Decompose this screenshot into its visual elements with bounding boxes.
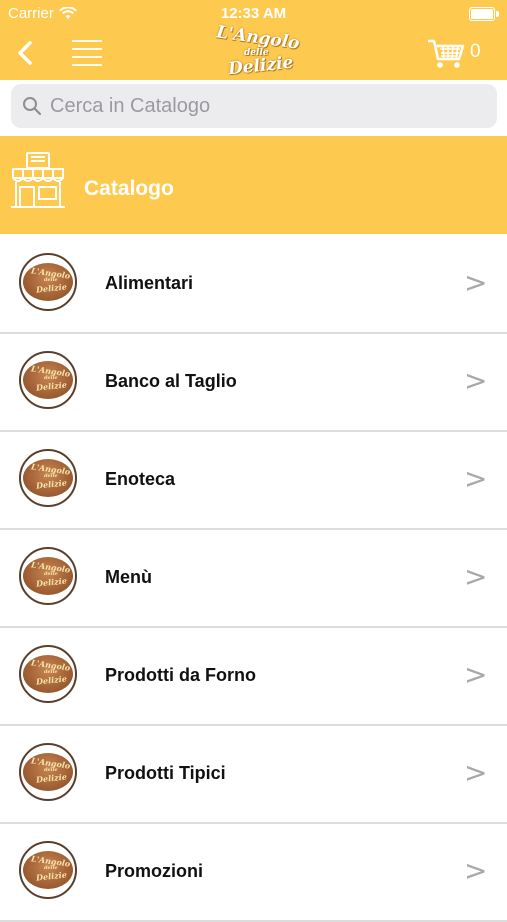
category-label: Menù [105, 567, 152, 587]
logo-badge: L'Angolo delle Delizie [23, 655, 73, 693]
chevron-right-icon: > [464, 560, 488, 593]
search-icon [23, 97, 42, 116]
menu-button[interactable] [70, 34, 104, 72]
logo-badge: L'Angolo delle Delizie [23, 557, 73, 595]
chevron-right-icon: > [464, 658, 488, 691]
badge-line3: Delizie [35, 379, 68, 393]
logo-line3: Delizie [227, 52, 295, 80]
menu-icon [70, 40, 104, 66]
category-thumbnail: L'Angolo delle Delizie [19, 743, 77, 801]
badge-line3: Delizie [35, 869, 68, 883]
logo-badge: L'Angolo delle Delizie [23, 361, 73, 399]
shop-icon [11, 152, 65, 208]
category-label: Promozioni [105, 861, 203, 881]
category-label: Banco al Taglio [105, 371, 237, 391]
category-row[interactable]: L'Angolo delle Delizie Enoteca > [0, 432, 507, 530]
category-row[interactable]: L'Angolo delle Delizie Alimentari > [0, 236, 507, 334]
cart-button[interactable] [426, 36, 466, 70]
search-bar [0, 80, 507, 134]
catalog-header: Catalogo [0, 136, 507, 234]
category-thumbnail: L'Angolo delle Delizie [19, 449, 77, 507]
search-field[interactable] [11, 84, 497, 128]
logo-badge: L'Angolo delle Delizie [23, 459, 73, 497]
badge-line3: Delizie [35, 575, 68, 589]
category-label: Alimentari [105, 273, 194, 293]
category-thumbnail: L'Angolo delle Delizie [19, 253, 77, 311]
category-label: Prodotti Tipici [105, 763, 226, 783]
category-row[interactable]: L'Angolo delle Delizie Prodotti da Forno > [0, 628, 507, 726]
category-row[interactable]: L'Angolo delle Delizie Menù > [0, 530, 507, 628]
category-thumbnail: L'Angolo delle Delizie [19, 841, 77, 899]
category-thumbnail: L'Angolo delle Delizie [19, 547, 77, 605]
category-row[interactable]: L'Angolo delle Delizie Prodotti Tipici > [0, 726, 507, 824]
logo-badge: L'Angolo delle Delizie [23, 263, 73, 301]
cart-icon [428, 39, 465, 68]
search-input[interactable] [48, 93, 497, 119]
app-logo: L'Angolo delle Delizie [204, 22, 304, 80]
chevron-right-icon: > [464, 756, 488, 789]
chevron-right-icon: > [464, 462, 488, 495]
back-button[interactable] [10, 36, 44, 70]
category-list: L'Angolo delle Delizie Alimentari > L'Angolo d… [0, 236, 507, 922]
status-bar: Carrier 12:33 AM [0, 0, 507, 28]
page-title: Catalogo [84, 177, 174, 200]
nav-bar: L'Angolo delle Delizie 0 [0, 22, 507, 80]
status-time: 12:33 AM [220, 5, 287, 22]
badge-line3: Delizie [35, 477, 68, 491]
category-row[interactable]: L'Angolo delle Delizie Promozioni > [0, 824, 507, 922]
category-label: Enoteca [105, 469, 176, 489]
category-thumbnail: L'Angolo delle Delizie [19, 645, 77, 703]
chevron-right-icon: > [464, 266, 488, 299]
logo-badge: L'Angolo delle Delizie [23, 851, 73, 889]
badge-line3: Delizie [35, 673, 68, 687]
category-row[interactable]: L'Angolo delle Delizie Banco al Taglio > [0, 334, 507, 432]
category-label: Prodotti da Forno [105, 665, 256, 685]
badge-line3: Delizie [35, 771, 68, 785]
category-thumbnail: L'Angolo delle Delizie [19, 351, 77, 409]
chevron-right-icon: > [464, 854, 488, 887]
cart-count: 0 [470, 41, 481, 62]
back-icon [18, 41, 32, 65]
logo-badge: L'Angolo delle Delizie [23, 753, 73, 791]
battery-icon [469, 7, 499, 21]
chevron-right-icon: > [464, 364, 488, 397]
badge-line3: Delizie [35, 281, 68, 295]
